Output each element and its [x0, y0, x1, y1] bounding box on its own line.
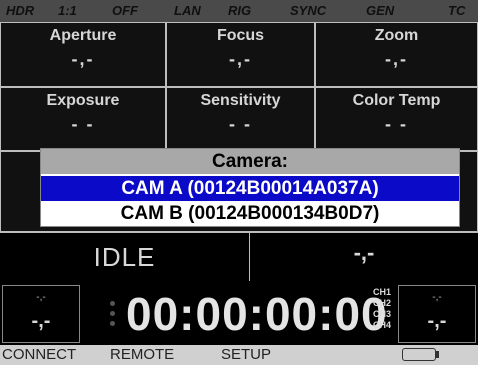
exposure-value: - -	[71, 114, 95, 134]
menu-bar: CONNECT REMOTE SETUP	[0, 345, 478, 365]
sensitivity-label: Sensitivity	[200, 92, 281, 109]
status-idle: IDLE	[0, 233, 250, 281]
channel-2: CH2	[373, 298, 392, 308]
focus-cell[interactable]: Focus -,-	[166, 22, 315, 87]
aperture-cell[interactable]: Aperture -,-	[0, 22, 166, 87]
left-indicator-value: -,-	[31, 310, 51, 332]
right-indicator-value: -,-	[427, 310, 447, 332]
state-value: -,-	[353, 240, 375, 265]
camera-dialog: Camera: CAM A (00124B00014A037A) CAM B (…	[40, 148, 460, 227]
left-indicator-small: -,-	[36, 292, 46, 303]
status-tc: TC	[448, 3, 466, 18]
status-hdr: HDR	[6, 3, 35, 18]
focus-value: -,-	[229, 49, 252, 69]
exposure-cell[interactable]: Exposure - -	[0, 87, 166, 151]
channel-4: CH4	[373, 320, 392, 330]
status-gen: GEN	[366, 3, 395, 18]
channel-1: CH1	[373, 287, 392, 297]
focus-label: Focus	[216, 27, 265, 44]
timecode-row: -,- -,- 00:00:00:00 CH1 CH2 CH3 CH4 -,- …	[0, 281, 478, 345]
right-indicator-small: -,-	[432, 292, 442, 303]
exposure-label: Exposure	[46, 92, 120, 109]
left-indicator[interactable]: -,- -,-	[2, 285, 80, 343]
status-ratio: 1:1	[58, 3, 77, 18]
battery-tip	[436, 351, 439, 358]
channel-list: CH1 CH2 CH3 CH4	[373, 287, 399, 331]
sensitivity-value: - -	[229, 114, 252, 134]
status-bar: HDR 1:1 OFF LAN RIG SYNC GEN TC	[0, 0, 478, 22]
channel-3: CH3	[373, 309, 392, 319]
camera-option-cam-b[interactable]: CAM B (00124B000134B0D7)	[41, 201, 459, 226]
status-lan: LAN	[174, 3, 201, 18]
status-rig: RIG	[228, 3, 252, 18]
battery-icon	[402, 348, 436, 361]
status-sync: SYNC	[290, 3, 327, 18]
zoom-label: Zoom	[374, 27, 419, 44]
color-temp-value: - -	[385, 114, 408, 134]
camera-dialog-title: Camera:	[41, 149, 459, 174]
menu-setup[interactable]: SETUP	[221, 346, 271, 364]
color-temp-label: Color Temp	[352, 92, 441, 109]
camera-option-cam-a[interactable]: CAM A (00124B00014A037A)	[41, 176, 459, 201]
zoom-cell[interactable]: Zoom -,-	[315, 22, 478, 87]
menu-remote[interactable]: REMOTE	[110, 346, 174, 364]
color-temp-cell[interactable]: Color Temp - -	[315, 87, 478, 151]
timecode-dots	[110, 301, 118, 331]
aperture-value: -,-	[71, 49, 95, 69]
state-row: IDLE -,-	[0, 232, 478, 281]
aperture-label: Aperture	[49, 27, 117, 44]
sensitivity-cell[interactable]: Sensitivity - -	[166, 87, 315, 151]
zoom-value: -,-	[385, 49, 408, 69]
menu-connect[interactable]: CONNECT	[2, 346, 76, 364]
status-off: OFF	[112, 3, 138, 18]
right-indicator[interactable]: -,- -,-	[398, 285, 476, 343]
timecode-display: 00:00:00:00	[126, 288, 388, 340]
